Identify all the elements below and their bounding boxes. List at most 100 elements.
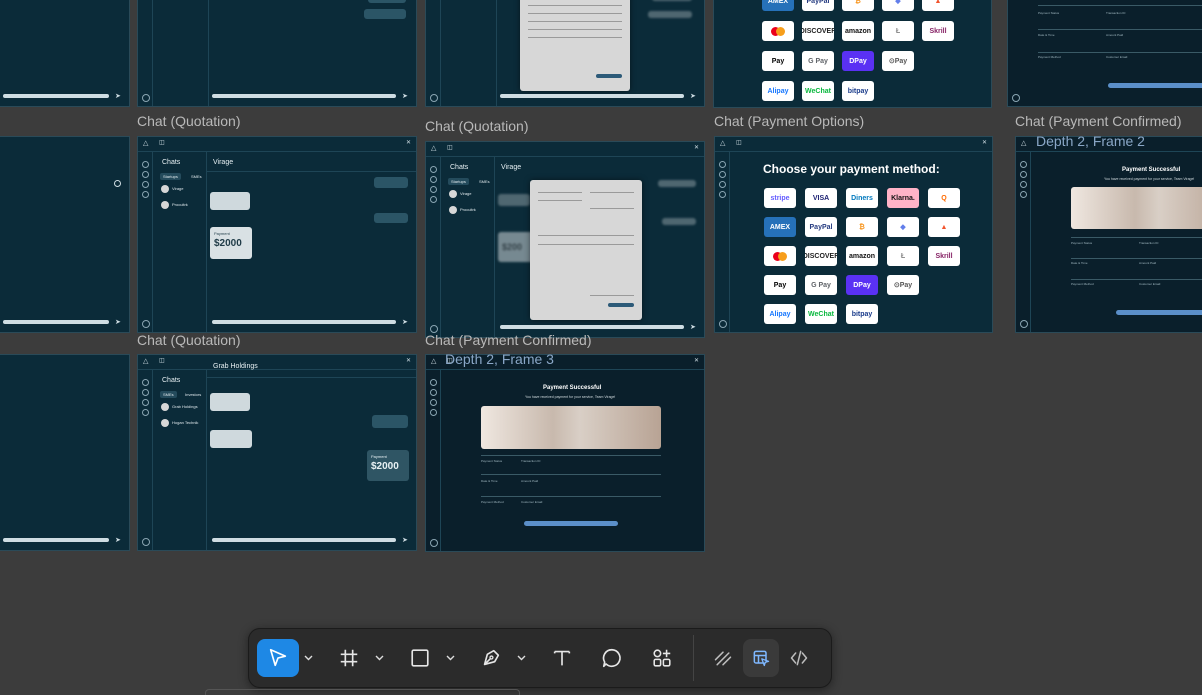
message-input[interactable] — [3, 320, 109, 324]
frame-label[interactable]: Depth 2, Frame 2 — [1036, 133, 1145, 149]
payment-logo-amazon-icon[interactable]: amazon — [846, 246, 878, 266]
frame-r3c2[interactable]: △ ◫ ✕ Chats SMEs Investors Grab Holdings… — [137, 354, 417, 551]
chevron-down-icon[interactable] — [301, 639, 315, 677]
done-button[interactable] — [524, 521, 618, 526]
contact-item[interactable]: Virage — [449, 190, 472, 198]
frame-r1c1[interactable]: ➤ — [0, 0, 130, 107]
home-icon[interactable] — [719, 161, 726, 168]
window-icon[interactable]: ◫ — [159, 139, 165, 146]
payment-logo-pay-icon[interactable]: Pay — [762, 51, 794, 71]
frame-label[interactable]: Chat (Payment Options) — [714, 113, 864, 129]
payment-logo-paypal-icon[interactable]: PayPal — [802, 0, 834, 11]
payment-logo-dpay-icon[interactable]: DPay — [842, 51, 874, 71]
payment-logo-wechat-icon[interactable]: WeChat — [802, 81, 834, 101]
bookmark-icon[interactable] — [430, 186, 437, 193]
make-payment-button[interactable] — [608, 303, 634, 307]
message-input[interactable] — [212, 538, 396, 542]
payment-logo-stripe-icon[interactable]: stripe — [764, 188, 796, 208]
make-payment-button[interactable] — [596, 74, 622, 78]
payment-logo-amazon-icon[interactable]: amazon — [842, 21, 874, 41]
home-icon[interactable] — [142, 161, 149, 168]
move-tool-button[interactable] — [257, 639, 299, 677]
payment-logo-diners-icon[interactable]: Diners — [846, 188, 878, 208]
chat-icon[interactable] — [142, 171, 149, 178]
payment-logo-dpay-icon[interactable]: DPay — [846, 275, 878, 295]
chat-icon[interactable] — [1020, 171, 1027, 178]
send-icon[interactable]: ➤ — [402, 93, 408, 100]
payment-logo--pay-icon[interactable]: ⊙Pay — [887, 275, 919, 295]
message-input[interactable] — [500, 94, 684, 98]
frame-label[interactable]: Chat (Payment Confirmed) — [1015, 113, 1182, 129]
payment-logo---icon[interactable]: Ł — [882, 21, 914, 41]
tab-investors[interactable]: Investors — [182, 391, 204, 398]
frame-tool-button[interactable] — [329, 639, 369, 677]
payment-logo-klarna--icon[interactable]: Klarna. — [887, 188, 919, 208]
payment-card[interactable]: Payment $2000 — [367, 450, 409, 481]
payment-card[interactable]: Payment $2000 — [210, 227, 252, 259]
home-icon[interactable] — [430, 379, 437, 386]
contact-item[interactable]: Procuitrk — [449, 206, 476, 214]
chevron-down-icon[interactable] — [372, 639, 386, 677]
info-icon[interactable] — [114, 180, 121, 187]
tab-smes[interactable]: SMEs — [188, 173, 205, 180]
payment-logo---icon[interactable]: ▲ — [928, 217, 960, 237]
payment-logo---icon[interactable] — [764, 246, 796, 266]
draw-mode-button[interactable] — [705, 639, 741, 677]
chevron-down-icon[interactable] — [443, 639, 457, 677]
frame-label[interactable]: Chat (Quotation) — [137, 332, 241, 348]
window-icon[interactable]: ◫ — [447, 144, 453, 151]
tab-smes[interactable]: SMEs — [160, 391, 177, 398]
payment-logo---icon[interactable]: ▲ — [922, 0, 954, 11]
window-icon[interactable]: ◫ — [736, 139, 742, 146]
frame-label[interactable]: Depth 2, Frame 3 — [445, 351, 554, 367]
send-icon[interactable]: ➤ — [115, 93, 121, 100]
chat-icon[interactable] — [719, 171, 726, 178]
frame-label[interactable]: Chat (Quotation) — [137, 113, 241, 129]
send-icon[interactable]: ➤ — [402, 319, 408, 326]
payment-logo-paypal-icon[interactable]: PayPal — [805, 217, 837, 237]
send-icon[interactable]: ➤ — [690, 324, 696, 331]
message-input[interactable] — [212, 320, 396, 324]
payment-logo---icon[interactable] — [762, 21, 794, 41]
payment-logo-pay-icon[interactable]: Pay — [764, 275, 796, 295]
home-icon[interactable] — [1020, 161, 1027, 168]
design-mode-button[interactable] — [743, 639, 779, 677]
bell-icon[interactable] — [142, 409, 149, 416]
payment-logo-bitpay-icon[interactable]: bitpay — [846, 304, 878, 324]
message-input[interactable] — [3, 538, 109, 542]
contact-item[interactable]: Virage — [161, 185, 184, 193]
close-icon[interactable]: ✕ — [406, 357, 411, 364]
payment-logo-discover-icon[interactable]: DISCOVER — [805, 246, 837, 266]
payment-logo-visa-icon[interactable]: VISA — [805, 188, 837, 208]
bell-icon[interactable] — [719, 191, 726, 198]
bell-icon[interactable] — [430, 409, 437, 416]
payment-logo-bitpay-icon[interactable]: bitpay — [842, 81, 874, 101]
payment-logo---icon[interactable]: ◆ — [882, 0, 914, 11]
design-canvas[interactable]: ➤ ➤ Chat (Quotation) ➤ Chat (Quotation) … — [0, 0, 1202, 695]
profile-icon[interactable] — [142, 320, 150, 328]
tab-startups[interactable]: Startups — [160, 173, 181, 180]
payment-logo-wechat-icon[interactable]: WeChat — [805, 304, 837, 324]
window-icon[interactable]: ◫ — [159, 357, 165, 364]
payment-logo---icon[interactable]: ◆ — [887, 217, 919, 237]
frame-label[interactable]: Chat (Quotation) — [425, 118, 529, 134]
tab-startups[interactable]: Startups — [448, 178, 469, 185]
payment-logo---icon[interactable]: ₿ — [842, 0, 874, 11]
home-icon[interactable] — [430, 166, 437, 173]
close-icon[interactable]: ✕ — [694, 144, 699, 151]
bell-icon[interactable] — [430, 196, 437, 203]
payment-logo-alipay-icon[interactable]: Alipay — [764, 304, 796, 324]
payment-logo-skrill-icon[interactable]: Skrill — [922, 21, 954, 41]
actions-tool-button[interactable] — [642, 639, 682, 677]
send-icon[interactable]: ➤ — [115, 537, 121, 544]
frame-r2c1[interactable]: ➤ — [0, 136, 130, 333]
frame-r2c3[interactable]: △ ◫ ✕ Chats Startups SMEs Virage Procuit… — [425, 141, 705, 338]
frame-r2c2[interactable]: △ ◫ ✕ Chats Startups SMEs Virage Procuit… — [137, 136, 417, 333]
payment-logo-discover-icon[interactable]: DISCOVER — [802, 21, 834, 41]
close-icon[interactable]: ✕ — [982, 139, 987, 146]
frame-label[interactable]: Chat (Payment Confirmed) — [425, 332, 592, 348]
message-input[interactable] — [500, 325, 684, 329]
chat-icon[interactable] — [430, 389, 437, 396]
contact-item[interactable]: Grab Holdings — [161, 403, 198, 411]
done-button[interactable] — [1116, 310, 1202, 315]
